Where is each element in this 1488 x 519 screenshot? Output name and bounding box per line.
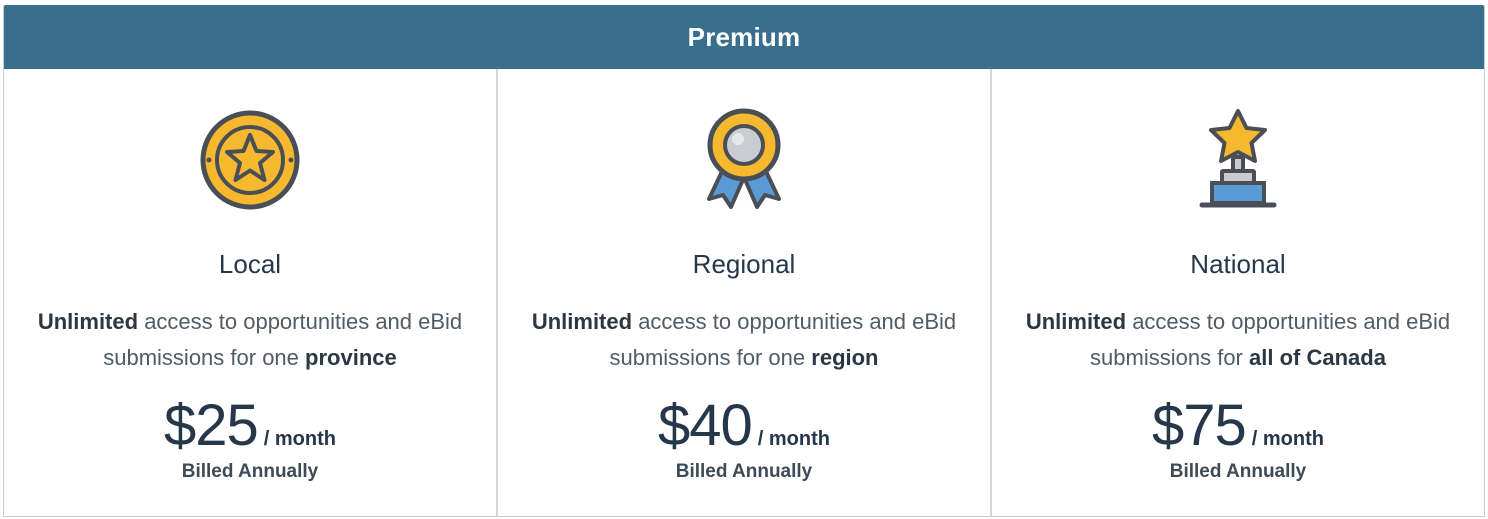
desc-strong: Unlimited (1025, 309, 1127, 334)
pricing-panel: Premium Local Unlimited access to opport… (3, 5, 1485, 517)
plan-name: Regional (692, 249, 796, 279)
plan-columns: Local Unlimited access to opportunities … (4, 69, 1484, 517)
ribbon-medal-icon (689, 107, 799, 213)
desc-strong: Unlimited (37, 309, 139, 334)
price: $25 (164, 393, 259, 458)
price-row: $40 / month (658, 392, 830, 459)
plan-name: Local (218, 249, 282, 279)
price-row: $75 / month (1152, 392, 1324, 459)
desc-strong: province (305, 345, 397, 370)
plan-description: Unlimited access to opportunities and eB… (514, 304, 974, 376)
price-row: $25 / month (164, 392, 336, 459)
price-period: / month (757, 428, 830, 450)
desc-strong: Unlimited (531, 309, 633, 334)
price: $75 (1152, 393, 1247, 458)
desc-strong: all of Canada (1249, 345, 1386, 370)
plan-card-local[interactable]: Local Unlimited access to opportunities … (4, 69, 496, 517)
plan-card-national[interactable]: National Unlimited access to opportuniti… (990, 69, 1484, 517)
star-coin-icon (195, 107, 305, 213)
price-period: / month (263, 428, 336, 450)
billing-note: Billed Annually (1169, 461, 1307, 482)
pricing-header-title: Premium (687, 21, 801, 52)
price: $40 (658, 393, 753, 458)
pricing-header: Premium (4, 5, 1484, 69)
billing-note: Billed Annually (181, 461, 319, 482)
plan-card-regional[interactable]: Regional Unlimited access to opportuniti… (496, 69, 990, 517)
plan-name: National (1190, 249, 1286, 279)
desc-strong: region (811, 345, 879, 370)
billing-note: Billed Annually (675, 461, 813, 482)
plan-description: Unlimited access to opportunities and eB… (1008, 304, 1468, 376)
trophy-icon (1183, 107, 1293, 213)
desc-text: access to opportunities and eBid submiss… (103, 309, 463, 370)
plan-description: Unlimited access to opportunities and eB… (20, 304, 480, 376)
desc-text: access to opportunities and eBid submiss… (609, 309, 957, 370)
price-period: / month (1251, 428, 1324, 450)
